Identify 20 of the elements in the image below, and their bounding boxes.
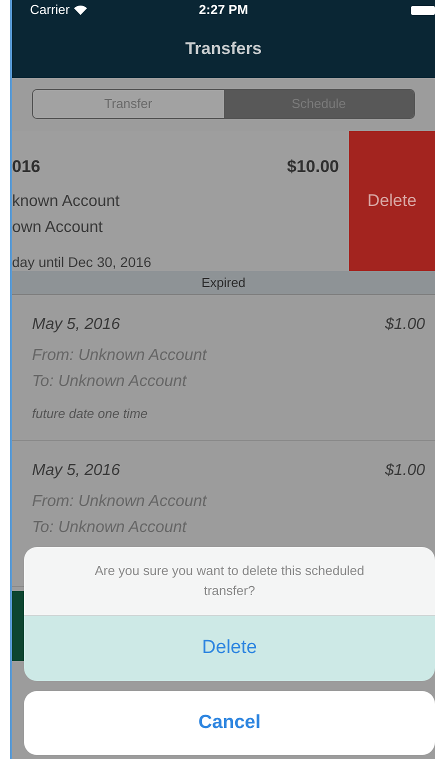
cancel-button[interactable]: Cancel	[24, 691, 435, 755]
delete-button[interactable]: Delete	[349, 131, 435, 271]
to-account: own Account	[12, 218, 104, 238]
section-title: Expired	[201, 274, 246, 292]
transfer-amount: $1.00	[384, 315, 425, 335]
navigation-title: Transfers	[185, 38, 262, 60]
carrier-label: Carrier	[30, 1, 70, 20]
transfer-date: May 5, 2016	[32, 461, 120, 481]
transfer-note: future date one time	[32, 405, 149, 423]
transfer-date: May 5, 2016	[32, 315, 120, 335]
delete-action-button[interactable]: Delete	[24, 616, 435, 681]
transfer-amount: $1.00	[384, 461, 425, 481]
transfer-date: 016	[12, 156, 40, 178]
segment-tab[interactable]: Transfer	[33, 90, 224, 118]
status-time: 2:27 PM	[198, 1, 248, 20]
battery-icon	[411, 6, 435, 14]
from-account: known Account	[12, 192, 121, 212]
transfer-note: day until Dec 30, 2016	[12, 252, 152, 272]
transfer-amount: $10.00	[287, 156, 339, 178]
wifi-icon	[74, 5, 87, 15]
